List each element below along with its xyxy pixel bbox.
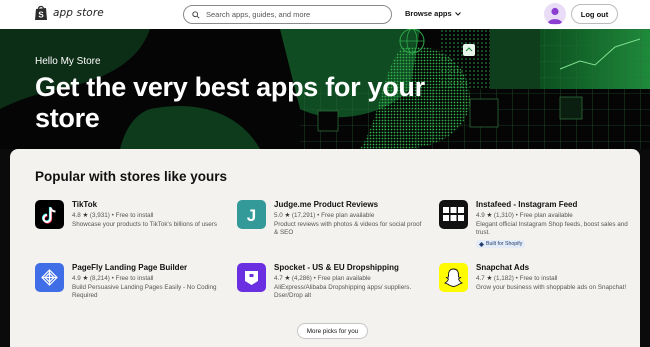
app-card-instafeed[interactable]: Instafeed ‑ Instagram Feed 4.9 ★ (1,310)… bbox=[439, 200, 629, 248]
instafeed-icon bbox=[439, 200, 468, 229]
built-for-shopify-badge: Built for Shopify bbox=[476, 240, 526, 248]
star-icon: ★ bbox=[82, 275, 89, 282]
app-name: Judge.me Product Reviews bbox=[274, 200, 379, 209]
star-icon: ★ bbox=[486, 212, 493, 219]
logout-button[interactable]: Log out bbox=[571, 4, 618, 24]
app-meta: 4.9 ★ (8,214) • Free to install bbox=[72, 274, 225, 283]
diamond-icon bbox=[479, 241, 484, 247]
star-icon: ★ bbox=[284, 275, 291, 282]
rating-value: 4.7 bbox=[274, 275, 283, 282]
app-name: TikTok bbox=[72, 200, 98, 209]
search-input[interactable] bbox=[206, 10, 376, 19]
review-count: (3,931) bbox=[89, 212, 110, 219]
review-count: (17,291) bbox=[291, 212, 316, 219]
pricing: Free to install bbox=[115, 212, 154, 219]
user-avatar-icon bbox=[547, 7, 563, 24]
pricing: Free plan available bbox=[519, 212, 573, 219]
pricing: Free plan available bbox=[317, 275, 371, 282]
rating-value: 4.9 bbox=[72, 275, 81, 282]
pricing: Free plan available bbox=[321, 212, 375, 219]
review-count: (1,182) bbox=[493, 275, 514, 282]
app-meta: 4.9 ★ (1,310) • Free plan available bbox=[476, 211, 629, 220]
star-icon: ★ bbox=[486, 275, 493, 282]
hero-banner: Hello My Store Get the very best apps fo… bbox=[0, 29, 650, 149]
avatar[interactable] bbox=[544, 3, 566, 25]
app-description: Product reviews with photos & videos for… bbox=[274, 221, 422, 236]
app-card-snapchat[interactable]: Snapchat Ads 4.7 ★ (1,182) • Free to ins… bbox=[439, 263, 629, 292]
separator: • bbox=[111, 212, 114, 219]
pagefly-icon bbox=[35, 263, 64, 292]
separator: • bbox=[313, 275, 316, 282]
app-description: AliExpress/Alibaba Dropshipping apps/ su… bbox=[274, 284, 412, 299]
app-store-logo[interactable]: S app store bbox=[34, 5, 104, 21]
pricing: Free to install bbox=[519, 275, 558, 282]
judgeme-icon: J bbox=[237, 200, 266, 229]
hero-greeting: Hello My Store bbox=[35, 56, 101, 67]
rating-value: 5.0 bbox=[274, 212, 283, 219]
rating-value: 4.9 bbox=[476, 212, 485, 219]
pricing: Free to install bbox=[115, 275, 154, 282]
app-card-tiktok[interactable]: TikTok 4.8 ★ (3,931) • Free to install S… bbox=[35, 200, 225, 229]
app-description: Grow your business with shoppable ads on… bbox=[476, 284, 627, 291]
review-count: (8,214) bbox=[89, 275, 110, 282]
app-name: Snapchat Ads bbox=[476, 263, 530, 272]
app-description: Elegant official Instagram Shop feeds, b… bbox=[476, 221, 628, 236]
separator: • bbox=[317, 212, 320, 219]
app-card-spocket[interactable]: Spocket ‑ US & EU Dropshipping 4.7 ★ (4,… bbox=[237, 263, 427, 300]
svg-text:S: S bbox=[38, 11, 44, 20]
app-meta: 4.7 ★ (4,286) • Free plan available bbox=[274, 274, 427, 283]
review-count: (1,310) bbox=[493, 212, 514, 219]
shopify-bag-icon: S bbox=[35, 5, 47, 20]
chevron-down-icon bbox=[454, 11, 461, 16]
rating-value: 4.7 bbox=[476, 275, 485, 282]
rating-value: 4.8 bbox=[72, 212, 81, 219]
app-name: Spocket ‑ US & EU Dropshipping bbox=[274, 263, 399, 272]
browse-apps-label: Browse apps bbox=[405, 9, 452, 18]
badge-label: Built for Shopify bbox=[486, 241, 523, 247]
app-meta: 5.0 ★ (17,291) • Free plan available bbox=[274, 211, 427, 220]
star-icon: ★ bbox=[82, 212, 89, 219]
logo-text: app store bbox=[53, 7, 104, 19]
separator: • bbox=[515, 275, 518, 282]
separator: • bbox=[515, 212, 518, 219]
more-picks-button[interactable]: More picks for you bbox=[297, 323, 368, 339]
section-title: Popular with stores like yours bbox=[35, 169, 228, 184]
review-count: (4,286) bbox=[291, 275, 312, 282]
tiktok-icon bbox=[35, 200, 64, 229]
app-card-judgeme[interactable]: J Judge.me Product Reviews 5.0 ★ (17,291… bbox=[237, 200, 427, 237]
hero-title: Get the very best apps for your store bbox=[35, 72, 425, 133]
search-bar[interactable] bbox=[183, 5, 392, 24]
top-nav: S app store Browse apps Log out bbox=[0, 0, 650, 29]
app-meta: 4.7 ★ (1,182) • Free to install bbox=[476, 274, 626, 283]
app-description: Build Persuasive Landing Pages Easily - … bbox=[72, 284, 217, 299]
spocket-icon bbox=[237, 263, 266, 292]
app-name: PageFly Landing Page Builder bbox=[72, 263, 188, 272]
snapchat-icon bbox=[439, 263, 468, 292]
recommendations-card: Popular with stores like yours TikTok 4.… bbox=[10, 149, 640, 347]
svg-text:J: J bbox=[247, 206, 256, 225]
app-meta: 4.8 ★ (3,931) • Free to install bbox=[72, 211, 217, 220]
star-icon: ★ bbox=[284, 212, 291, 219]
app-name: Instafeed ‑ Instagram Feed bbox=[476, 200, 578, 209]
search-icon bbox=[192, 10, 200, 19]
browse-apps-menu[interactable]: Browse apps bbox=[405, 9, 461, 18]
app-description: Showcase your products to TikTok's billi… bbox=[72, 221, 218, 228]
app-card-pagefly[interactable]: PageFly Landing Page Builder 4.9 ★ (8,21… bbox=[35, 263, 225, 300]
separator: • bbox=[111, 275, 114, 282]
